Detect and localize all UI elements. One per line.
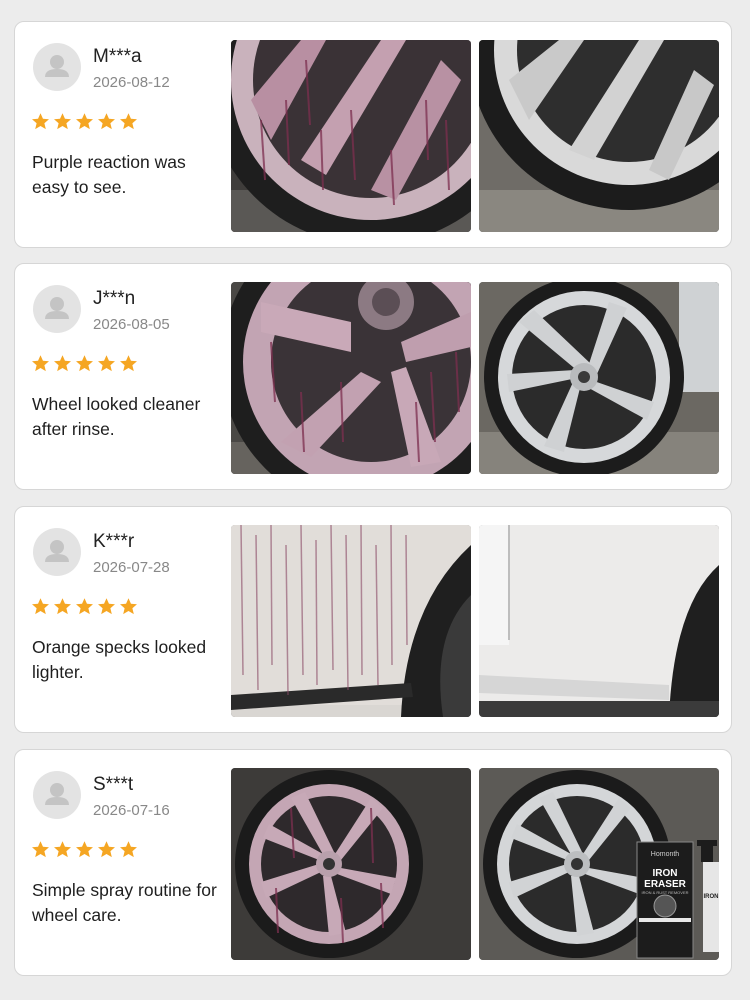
review-photo-after[interactable]: [479, 282, 719, 474]
product-box: Homonth IRON ERASER IRON & RUST REMOVER: [636, 841, 694, 959]
review-photo-before[interactable]: [231, 525, 471, 717]
product-name-line1: IRON: [653, 868, 678, 879]
reviewer-name: S***t: [93, 774, 134, 795]
star-rating: [31, 597, 138, 616]
star-icon: [120, 841, 137, 858]
star-icon: [120, 355, 137, 372]
review-date: 2026-08-05: [93, 316, 170, 333]
review-card: M***a 2026-08-12 Purple reaction was eas…: [14, 21, 732, 248]
star-rating: [31, 840, 138, 859]
avatar: [33, 771, 81, 819]
review-date: 2026-07-28: [93, 559, 170, 576]
clean-wheel-spokes-image: [479, 40, 719, 232]
review-photo-before[interactable]: [231, 768, 471, 960]
purple-wheel-image: [231, 282, 471, 474]
review-card: S***t 2026-07-16 Simple spray routine fo…: [14, 749, 732, 976]
star-icon: [76, 598, 93, 615]
star-icon: [120, 113, 137, 130]
review-photo-before[interactable]: [231, 282, 471, 474]
user-icon: [45, 297, 69, 319]
review-text: Wheel looked cleaner after rinse.: [32, 394, 201, 439]
review-photo-after[interactable]: [479, 40, 719, 232]
car-panel-clean-image: [479, 525, 719, 717]
user-icon: [45, 540, 69, 562]
star-icon: [32, 355, 49, 372]
avatar: [33, 285, 81, 333]
star-icon: [54, 355, 71, 372]
user-icon: [45, 55, 69, 77]
star-icon: [98, 598, 115, 615]
review-photo-before[interactable]: [231, 40, 471, 232]
star-icon: [32, 598, 49, 615]
star-icon: [98, 841, 115, 858]
product-tagline: IRON & RUST REMOVER: [641, 890, 688, 895]
star-icon: [32, 113, 49, 130]
reviewer-name: K***r: [93, 531, 135, 552]
star-icon: [54, 598, 71, 615]
product-brand: Homonth: [651, 851, 680, 858]
star-icon: [98, 113, 115, 130]
review-text: Purple reaction was easy to see.: [32, 152, 186, 197]
purple-wheel-spokes-image: [231, 40, 471, 232]
star-rating: [31, 354, 138, 373]
clean-wheel-image: [479, 282, 719, 474]
review-card: K***r 2026-07-28 Orange specks looked li…: [14, 506, 732, 733]
review-date: 2026-08-12: [93, 74, 170, 91]
review-photo-after[interactable]: [479, 525, 719, 717]
avatar: [33, 528, 81, 576]
avatar: [33, 43, 81, 91]
review-card: J***n 2026-08-05 Wheel looked cleaner af…: [14, 263, 732, 490]
user-icon: [45, 783, 69, 805]
star-icon: [32, 841, 49, 858]
bottle-label: IRON: [704, 894, 719, 900]
review-text: Simple spray routine for wheel care.: [32, 880, 217, 925]
review-text: Orange specks looked lighter.: [32, 637, 207, 682]
clean-wheel-with-product-image: Homonth IRON ERASER IRON & RUST REMOVER …: [479, 768, 719, 960]
review-photo-after[interactable]: Homonth IRON ERASER IRON & RUST REMOVER …: [479, 768, 719, 960]
product-name-line2: ERASER: [644, 879, 686, 890]
reviewer-name: M***a: [93, 46, 142, 67]
review-date: 2026-07-16: [93, 802, 170, 819]
car-panel-purple-streaks-image: [231, 525, 471, 717]
star-icon: [54, 841, 71, 858]
reviewer-name: J***n: [93, 288, 136, 309]
star-rating: [31, 112, 138, 131]
purple-wheel-image: [231, 768, 471, 960]
star-icon: [76, 355, 93, 372]
star-icon: [54, 113, 71, 130]
star-icon: [76, 841, 93, 858]
star-icon: [120, 598, 137, 615]
star-icon: [98, 355, 115, 372]
star-icon: [76, 113, 93, 130]
